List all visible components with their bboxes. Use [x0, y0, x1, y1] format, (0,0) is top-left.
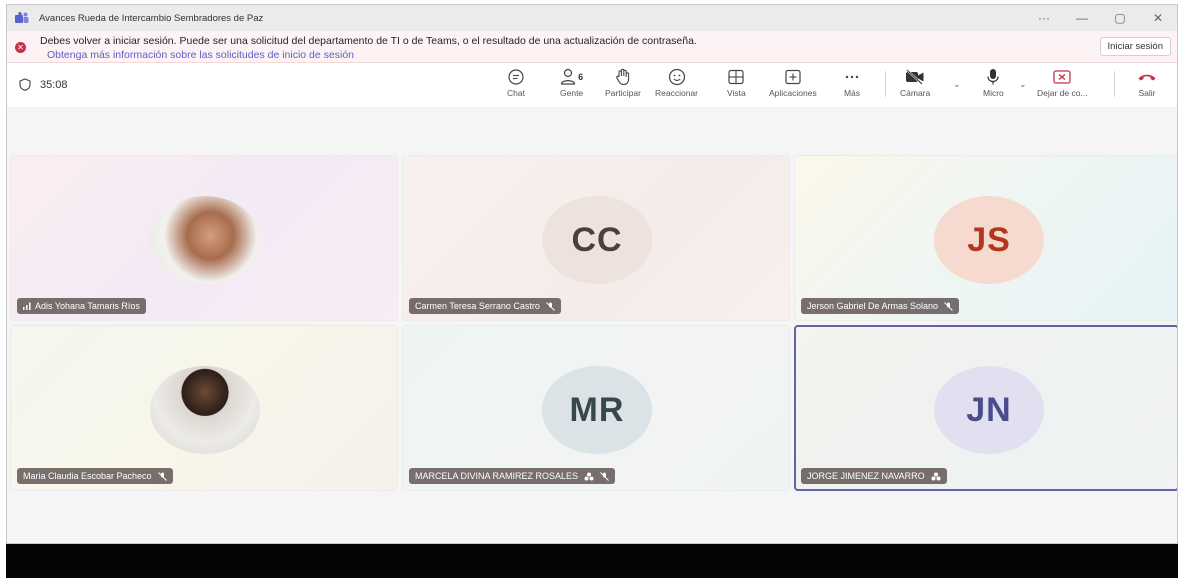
- mic-muted-icon: [546, 301, 555, 311]
- participant-avatar: JS: [934, 196, 1044, 284]
- mic-options-chevron-icon[interactable]: ⌄: [1019, 79, 1027, 90]
- leave-button[interactable]: Salir: [1137, 67, 1157, 103]
- participant-photo: [150, 196, 260, 284]
- participant-name: Carmen Teresa Serrano Castro: [415, 301, 540, 311]
- participant-name: MARCELA DIVINA RAMIREZ ROSALES: [415, 471, 579, 481]
- people-icon: [560, 68, 576, 85]
- participant-name-tag: MARCELA DIVINA RAMIREZ ROSALES: [409, 468, 616, 484]
- participant-avatar: MR: [542, 366, 652, 454]
- shield-icon: [19, 78, 31, 91]
- chat-icon: [508, 69, 524, 85]
- banner-message: Debes volver a iniciar sesión. Puede ser…: [40, 35, 697, 47]
- participant-name: Maria Claudia Escobar Pacheco: [23, 471, 152, 481]
- participant-name-tag: Jerson Gabriel De Armas Solano: [801, 298, 960, 314]
- raise-label: Participar: [605, 88, 641, 98]
- people-count: 6: [578, 72, 584, 82]
- taskbar-area: [6, 544, 1178, 578]
- minimize-button[interactable]: —: [1063, 5, 1101, 31]
- raised-hand-icon: [584, 472, 594, 481]
- restore-button[interactable]: ▢: [1101, 5, 1139, 31]
- people-button[interactable]: 6 Gente: [560, 67, 583, 103]
- sign-in-button[interactable]: Iniciar sesión: [1099, 37, 1171, 56]
- chat-label: Chat: [507, 88, 525, 98]
- participant-name-tag: JORGE JIMENEZ NAVARRO: [801, 468, 947, 484]
- participant-tile[interactable]: Adis Yohana Tamaris Ríos: [10, 155, 398, 321]
- react-label: Reaccionar: [655, 88, 698, 98]
- apps-label: Aplicaciones: [769, 88, 817, 98]
- grid-view-icon: [728, 69, 744, 85]
- smiley-icon: [668, 68, 685, 86]
- more-dots-icon: [845, 75, 859, 79]
- mic-muted-icon: [157, 471, 167, 481]
- participant-name: JORGE JIMENEZ NAVARRO: [807, 471, 925, 481]
- mic-muted-icon: [600, 471, 609, 481]
- signal-icon: [23, 302, 31, 310]
- raised-hand-icon: [931, 472, 941, 481]
- teams-logo-icon: [15, 12, 29, 23]
- participant-avatar: CC: [542, 196, 652, 284]
- error-icon: ✕: [15, 42, 26, 53]
- hang-up-icon: [1138, 74, 1156, 81]
- participant-tile[interactable]: JS Jerson Gabriel De Armas Solano: [794, 155, 1177, 321]
- meeting-toolbar: 35:08 Chat 6 Gente Participar Reaccionar…: [7, 63, 1177, 107]
- stop-sharing-button[interactable]: Dejar de co...: [1037, 67, 1088, 103]
- title-bar: Avances Rueda de Intercambio Sembradores…: [7, 5, 1177, 31]
- apps-button[interactable]: Aplicaciones: [769, 67, 817, 103]
- teams-meeting-window: Avances Rueda de Intercambio Sembradores…: [6, 4, 1178, 544]
- participant-tile[interactable]: Maria Claudia Escobar Pacheco: [10, 325, 398, 491]
- camera-off-icon: [906, 69, 924, 85]
- participant-tile-active-speaker[interactable]: JN JORGE JIMENEZ NAVARRO: [794, 325, 1177, 491]
- microphone-icon: [987, 69, 999, 85]
- close-button[interactable]: ✕: [1139, 5, 1177, 31]
- more-label: Más: [843, 88, 861, 98]
- hand-icon: [616, 68, 630, 86]
- window-title: Avances Rueda de Intercambio Sembradores…: [39, 12, 264, 24]
- view-button[interactable]: Vista: [727, 67, 746, 103]
- chat-button[interactable]: Chat: [507, 67, 525, 103]
- participant-name: Jerson Gabriel De Armas Solano: [807, 301, 939, 311]
- stop-share-icon: [1053, 70, 1071, 84]
- participant-name: Adis Yohana Tamaris Ríos: [35, 301, 140, 311]
- participant-name-tag: Adis Yohana Tamaris Ríos: [17, 298, 146, 314]
- more-button[interactable]: Más: [843, 67, 861, 103]
- more-options-button[interactable]: ···: [1025, 5, 1063, 31]
- add-app-icon: [785, 69, 801, 85]
- react-button[interactable]: Reaccionar: [655, 67, 698, 103]
- camera-button[interactable]: Cámara: [900, 67, 930, 103]
- toolbar-divider: [885, 71, 886, 97]
- mic-muted-icon: [944, 301, 953, 311]
- mic-label: Micro: [983, 88, 1004, 98]
- participant-name-tag: Maria Claudia Escobar Pacheco: [17, 468, 173, 484]
- toolbar-divider: [1114, 71, 1115, 97]
- stop-sharing-label: Dejar de co...: [1037, 88, 1088, 98]
- mic-button[interactable]: Micro: [983, 67, 1004, 103]
- sign-in-banner: ✕ Debes volver a iniciar sesión. Puede s…: [7, 31, 1177, 63]
- participant-tile[interactable]: MR MARCELA DIVINA RAMIREZ ROSALES: [402, 325, 790, 491]
- view-label: Vista: [727, 88, 746, 98]
- participant-tile[interactable]: CC Carmen Teresa Serrano Castro: [402, 155, 790, 321]
- learn-more-link[interactable]: Obtenga más información sobre las solici…: [47, 49, 354, 61]
- timer-text: 35:08: [40, 78, 68, 91]
- meeting-timer: 35:08: [19, 78, 68, 91]
- camera-options-chevron-icon[interactable]: ⌄: [953, 79, 961, 90]
- participant-photo: [150, 366, 260, 454]
- leave-label: Salir: [1138, 88, 1156, 98]
- video-stage: Adis Yohana Tamaris Ríos CC Carmen Teres…: [7, 107, 1177, 543]
- people-label: Gente: [560, 88, 584, 98]
- participant-avatar: JN: [934, 366, 1044, 454]
- camera-label: Cámara: [900, 88, 931, 98]
- participant-name-tag: Carmen Teresa Serrano Castro: [409, 298, 561, 314]
- raise-hand-button[interactable]: Participar: [605, 67, 641, 103]
